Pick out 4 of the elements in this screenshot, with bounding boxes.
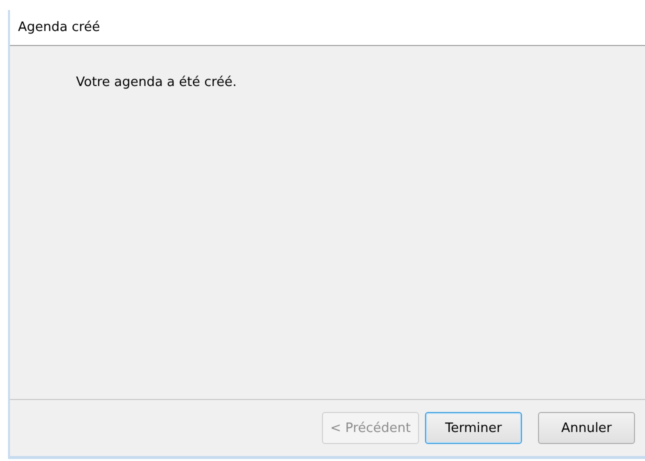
message-text: Votre agenda a été créé. [76, 75, 237, 90]
dialog-button[interactable]: Annuler [538, 412, 635, 444]
dialog-button[interactable]: Terminer [425, 412, 522, 444]
window-title: Agenda créé [18, 20, 100, 35]
